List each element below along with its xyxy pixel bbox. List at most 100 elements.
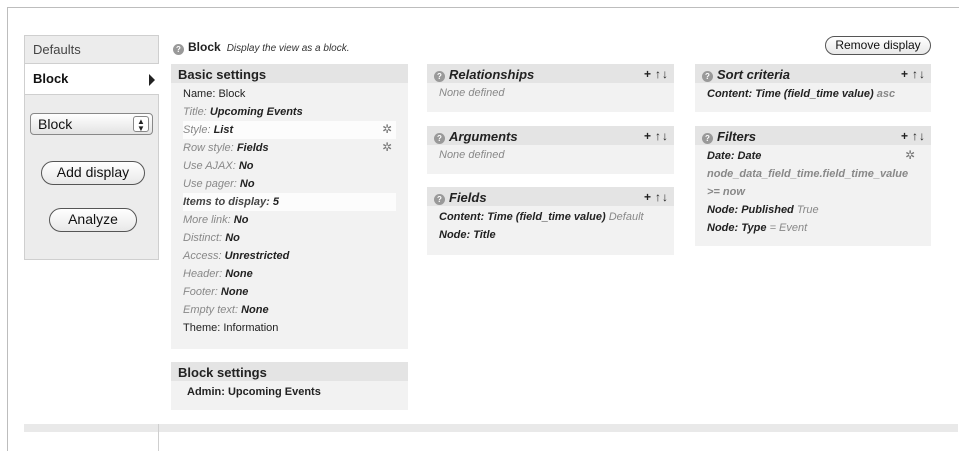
sort-criteria-title: Sort criteria [717, 67, 790, 82]
help-icon[interactable]: ? [434, 133, 445, 144]
display-tabs: Defaults Block Block ▲ ▼ Add display Anal… [24, 35, 159, 260]
setting-label: Title: [183, 106, 207, 118]
remove-display-button[interactable]: Remove display [825, 36, 931, 55]
setting-label: More link: [183, 214, 231, 226]
display-header: ? Block Display the view as a block. [173, 40, 350, 55]
display-description: Display the view as a block. [226, 43, 350, 54]
sort-order: asc [876, 88, 896, 100]
filter-label: Node: Published [707, 204, 794, 216]
setting-value: None [220, 286, 249, 298]
fields-title: Fields [449, 190, 487, 205]
gear-icon[interactable]: ✲ [905, 149, 917, 161]
setting-label: Empty text: [183, 304, 239, 316]
setting-label: Access: [183, 250, 222, 262]
field-extra: Default [608, 211, 644, 223]
add-icon[interactable]: + [644, 67, 652, 81]
display-type-value: Block [38, 116, 73, 132]
setting-value: List [213, 124, 234, 136]
display-actions: Block ▲ ▼ Add display Analyze [24, 95, 159, 260]
filter-item[interactable]: Node: Published True [707, 201, 919, 219]
block-admin-setting[interactable]: Admin: Upcoming Events [183, 383, 396, 401]
add-icon[interactable]: + [644, 190, 652, 204]
add-icon[interactable]: + [644, 129, 652, 143]
setting-access[interactable]: Access: Unrestricted [183, 247, 396, 265]
setting-name[interactable]: Name: Block [183, 85, 396, 103]
setting-footer[interactable]: Footer: None [183, 283, 396, 301]
relationships-panel: ? Relationships + ↑↓ None defined [427, 64, 674, 112]
filter-item[interactable]: Node: Type = Event [707, 219, 919, 237]
setting-use-pager[interactable]: Use pager: No [183, 175, 396, 193]
setting-distinct[interactable]: Distinct: No [183, 229, 396, 247]
filter-item[interactable]: Date: Date ✲ [707, 147, 919, 165]
setting-value: Fields [236, 142, 269, 154]
setting-label: Items to display: [183, 196, 270, 208]
setting-label: Use pager: [183, 178, 237, 190]
add-display-button[interactable]: Add display [41, 161, 145, 185]
setting-row-style[interactable]: Row style: Fields ✲ [183, 139, 396, 157]
setting-more-link[interactable]: More link: No [183, 211, 396, 229]
tab-block[interactable]: Block [24, 63, 159, 95]
setting-label: Name: [183, 88, 216, 100]
field-label: Content: Time (field_time value) [439, 211, 606, 223]
tab-defaults[interactable]: Defaults [24, 35, 159, 63]
caret-right-icon [149, 74, 155, 86]
gear-icon[interactable]: ✲ [382, 141, 394, 153]
display-type-select[interactable]: Block ▲ ▼ [30, 113, 153, 135]
setting-label: Header: [183, 268, 223, 280]
filters-panel: ? Filters + ↑↓ Date: Date ✲ node_data_field… [695, 126, 931, 246]
setting-label: Use AJAX: [183, 160, 236, 172]
bottom-divider [24, 424, 958, 432]
arguments-header: ? Arguments + ↑↓ [427, 126, 674, 145]
rearrange-icon[interactable]: ↑↓ [655, 190, 669, 204]
setting-value: 5 [272, 196, 279, 208]
column-divider [158, 424, 159, 451]
setting-style[interactable]: Style: List ✲ [183, 121, 396, 139]
gear-icon[interactable]: ✲ [382, 123, 394, 135]
add-icon[interactable]: + [901, 129, 909, 143]
sort-criteria-header: ? Sort criteria + ↑↓ [695, 64, 931, 83]
setting-value: None [241, 304, 269, 316]
field-item[interactable]: Node: Title [439, 226, 662, 244]
block-settings-panel: Block settings Admin: Upcoming Events [171, 362, 408, 410]
setting-theme[interactable]: Theme: Information [183, 319, 396, 337]
setting-value: Information [223, 322, 279, 334]
help-icon[interactable]: ? [702, 133, 713, 144]
help-icon[interactable]: ? [434, 194, 445, 205]
basic-settings-title: Basic settings [171, 64, 408, 83]
setting-empty-text[interactable]: Empty text: None [183, 301, 396, 319]
filter-value: True [796, 204, 819, 216]
arguments-empty: None defined [439, 149, 505, 161]
select-arrows-icon: ▲ ▼ [133, 116, 149, 133]
field-item[interactable]: Content: Time (field_time value) Default [439, 208, 662, 226]
add-icon[interactable]: + [901, 67, 909, 81]
setting-value: No [238, 160, 254, 172]
fields-header: ? Fields + ↑↓ [427, 187, 674, 206]
setting-value: Upcoming Events [209, 106, 303, 118]
setting-title[interactable]: Title: Upcoming Events [183, 103, 396, 121]
setting-label: Distinct: [183, 232, 223, 244]
filter-field: node_data_field_time.field_time_value [707, 168, 909, 180]
setting-value: No [225, 232, 240, 244]
rearrange-icon[interactable]: ↑↓ [655, 67, 669, 81]
filter-label: Node: Type [707, 222, 767, 234]
sort-criteria-panel: ? Sort criteria + ↑↓ Content: Time (field_… [695, 64, 931, 112]
rearrange-icon[interactable]: ↑↓ [912, 67, 926, 81]
sort-label: Content: Time (field_time value) [707, 88, 874, 100]
analyze-button[interactable]: Analyze [49, 208, 137, 232]
sort-item[interactable]: Content: Time (field_time value) asc [707, 85, 919, 103]
relationships-empty: None defined [439, 87, 505, 99]
setting-use-ajax[interactable]: Use AJAX: No [183, 157, 396, 175]
rearrange-icon[interactable]: ↑↓ [912, 129, 926, 143]
rearrange-icon[interactable]: ↑↓ [655, 129, 669, 143]
basic-settings-panel: Basic settings Name: Block Title: Upcomi… [171, 64, 408, 349]
field-label: Node: Title [439, 229, 496, 241]
setting-label: Row style: [183, 142, 234, 154]
setting-items-to-display[interactable]: Items to display: 5 [183, 193, 396, 211]
help-icon[interactable]: ? [173, 44, 184, 55]
fields-panel: ? Fields + ↑↓ Content: Time (field_time va… [427, 187, 674, 255]
help-icon[interactable]: ? [434, 71, 445, 82]
filter-operator: >= now [707, 186, 745, 198]
setting-header[interactable]: Header: None [183, 265, 396, 283]
relationships-title: Relationships [449, 67, 535, 82]
help-icon[interactable]: ? [702, 71, 713, 82]
